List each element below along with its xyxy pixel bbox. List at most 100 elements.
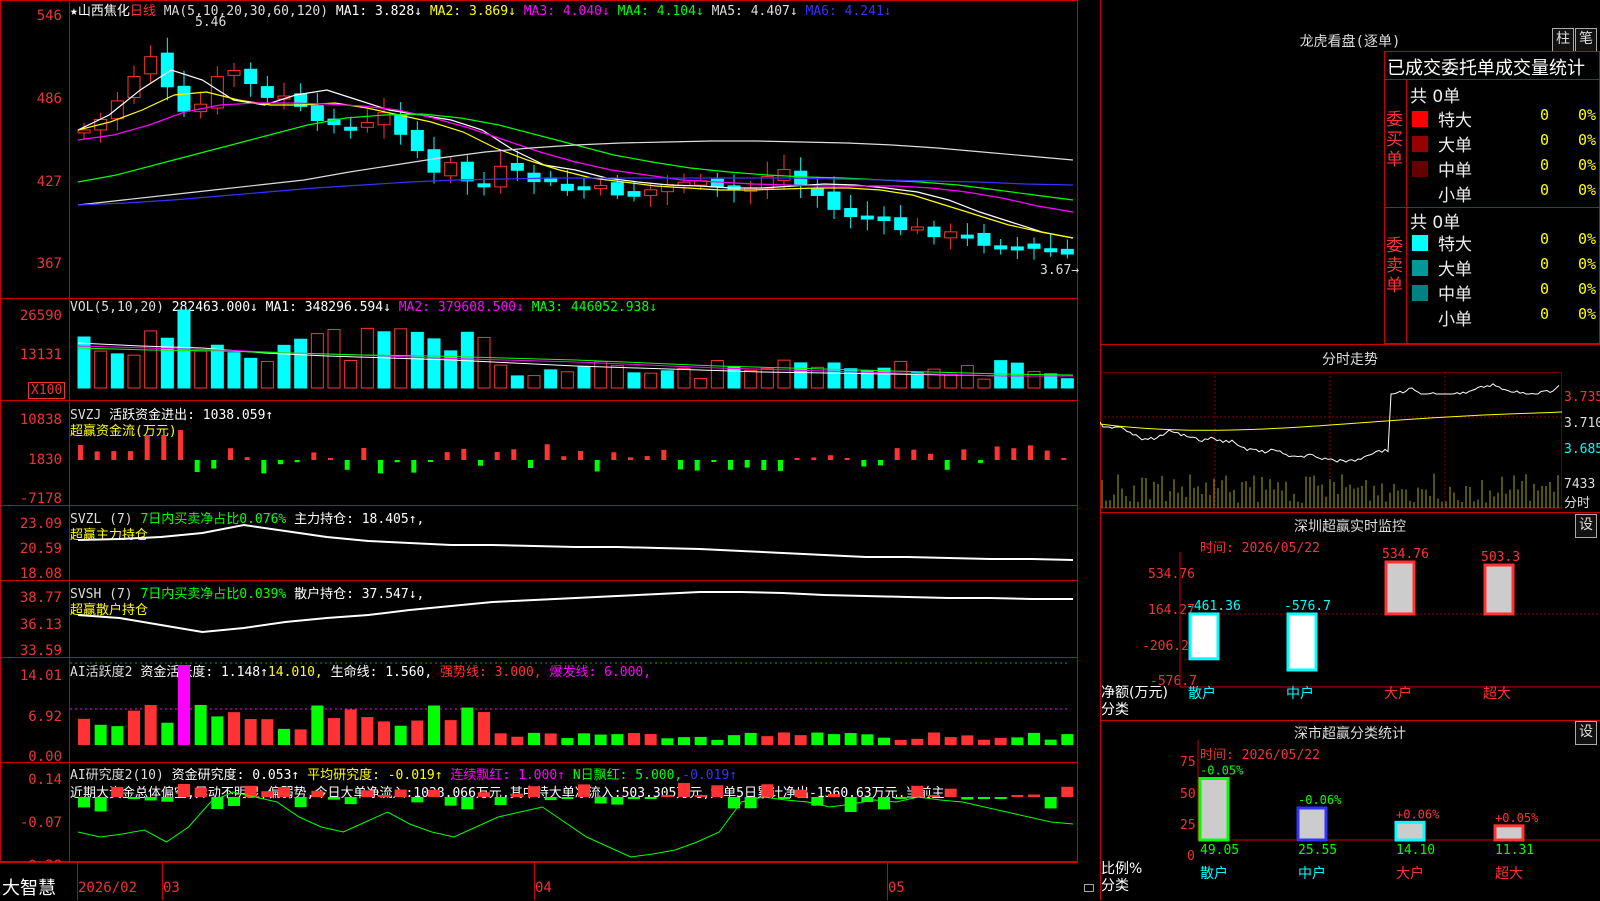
activity-bar bbox=[128, 710, 140, 745]
activity-bar bbox=[344, 709, 357, 745]
class-value-label: 14.10 bbox=[1396, 843, 1435, 858]
intraday-avg-line bbox=[1100, 411, 1562, 431]
volume-bar bbox=[77, 336, 91, 389]
research-bar bbox=[678, 782, 690, 797]
svzj-chart[interactable] bbox=[70, 400, 1076, 505]
flow-bar bbox=[728, 460, 733, 470]
activity-bar bbox=[311, 705, 324, 745]
flow-bar bbox=[894, 448, 900, 460]
volume-bar bbox=[377, 331, 391, 389]
volume-bar bbox=[477, 336, 491, 389]
research-bar bbox=[1061, 786, 1074, 797]
monitor-category-label: 散户 bbox=[1188, 685, 1216, 702]
candle-body bbox=[410, 129, 424, 152]
buy-row-count: 0 bbox=[1540, 131, 1550, 149]
candle-body bbox=[994, 245, 1008, 250]
date-tick-3 bbox=[534, 862, 535, 900]
monitor-chart[interactable]: -461.36 散户 -576.7 中户 534.76 大户 503.3 超大 bbox=[1100, 512, 1600, 720]
stat-divider-vert bbox=[1406, 79, 1407, 344]
candlestick-chart[interactable] bbox=[70, 0, 1076, 298]
activity-bar bbox=[111, 726, 124, 745]
research-bar bbox=[328, 797, 340, 800]
class-change-label: +0.05% bbox=[1495, 811, 1539, 825]
volume-bar bbox=[310, 333, 324, 389]
activity-bar bbox=[994, 737, 1007, 745]
ai1-chart[interactable] bbox=[70, 657, 1076, 762]
vol-axis-mid: 13131 bbox=[19, 347, 62, 363]
candle-body bbox=[860, 215, 874, 220]
svzj-axis-mid: 1830 bbox=[28, 452, 62, 468]
volume-bar bbox=[610, 365, 624, 389]
research-line bbox=[77, 791, 1074, 858]
brand-label: 大智慧 bbox=[2, 878, 56, 899]
pen-mode-button[interactable]: 笔 bbox=[1575, 28, 1597, 52]
research-bar bbox=[128, 797, 140, 799]
flow-bar bbox=[194, 460, 200, 472]
volume-bar bbox=[794, 362, 808, 389]
stat-divider-top bbox=[1384, 79, 1600, 80]
volume-chart[interactable] bbox=[70, 298, 1076, 400]
svsh-chart[interactable] bbox=[70, 580, 1076, 657]
class-category-label: 超大 bbox=[1495, 866, 1523, 882]
volume-bar bbox=[960, 365, 974, 389]
research-bar bbox=[644, 797, 657, 799]
sell-row-count: 0 bbox=[1540, 280, 1550, 298]
class-value-label: 49.05 bbox=[1200, 843, 1239, 858]
svsh-axis-mid: 36.13 bbox=[19, 617, 62, 633]
candle-body bbox=[710, 178, 724, 188]
research-bar bbox=[144, 797, 157, 801]
candle-body bbox=[460, 161, 474, 182]
research-bar bbox=[278, 787, 290, 797]
buy-row-count: 0 bbox=[1540, 181, 1550, 199]
research-bar bbox=[461, 797, 474, 810]
class-value-label: 11.31 bbox=[1495, 843, 1534, 858]
class-value-label: 25.55 bbox=[1298, 843, 1337, 858]
lock-icon[interactable] bbox=[1084, 884, 1094, 892]
research-bar bbox=[828, 794, 840, 797]
flow-bar bbox=[278, 460, 283, 465]
flow-bar bbox=[494, 451, 500, 460]
volume-bar bbox=[294, 338, 308, 389]
flow-bar bbox=[211, 460, 217, 469]
flow-bar bbox=[444, 452, 450, 460]
flow-bar bbox=[128, 451, 133, 460]
volume-bar bbox=[244, 357, 258, 389]
ai2-axis-top: 0.14 bbox=[28, 772, 62, 788]
svzl-axis-mid: 20.59 bbox=[19, 541, 62, 557]
intraday-chart[interactable] bbox=[1100, 372, 1562, 510]
activity-bar bbox=[328, 718, 340, 745]
candle-body bbox=[1060, 248, 1074, 255]
buy-row-color-swatch bbox=[1412, 136, 1428, 152]
flow-bar bbox=[678, 460, 683, 470]
class-change-label: +0.06% bbox=[1396, 807, 1440, 821]
intraday-price-line bbox=[1100, 383, 1560, 463]
flow-bar bbox=[428, 460, 433, 462]
research-bar bbox=[661, 795, 674, 797]
volume-bar bbox=[760, 367, 774, 389]
research-bar bbox=[361, 790, 374, 797]
bar-mode-button[interactable]: 柱 bbox=[1552, 28, 1574, 52]
buy-row-percent: 0% bbox=[1578, 181, 1597, 199]
date-label-feb: 2026/02 bbox=[78, 880, 138, 896]
activity-bar bbox=[944, 737, 957, 745]
svzl-chart[interactable] bbox=[70, 505, 1076, 580]
dragon-title: 龙虎看盘(逐单) bbox=[1299, 34, 1401, 50]
ai1-axis-low: 0.00 bbox=[28, 749, 62, 765]
date-tick-1 bbox=[77, 862, 78, 900]
research-bar bbox=[494, 797, 507, 805]
volume-bar bbox=[327, 328, 341, 389]
volume-bar bbox=[677, 367, 691, 389]
flow-bar bbox=[411, 460, 417, 473]
date-tick-4 bbox=[887, 862, 888, 900]
activity-bar bbox=[461, 707, 474, 745]
date-label-apr: 04 bbox=[535, 880, 552, 896]
class-chart[interactable]: -0.05% 49.05 散户 -0.06% 25.55 中户 +0.06% 14.10 大户 +… bbox=[1100, 720, 1600, 900]
monitor-bar bbox=[1483, 563, 1515, 616]
ai2-chart[interactable] bbox=[70, 762, 1076, 862]
candle-body bbox=[627, 191, 641, 197]
price-axis-546: 546 bbox=[36, 8, 62, 24]
research-bar bbox=[694, 795, 707, 797]
candle-body bbox=[594, 185, 608, 190]
activity-bar bbox=[661, 738, 674, 745]
activity-bar bbox=[578, 733, 590, 745]
